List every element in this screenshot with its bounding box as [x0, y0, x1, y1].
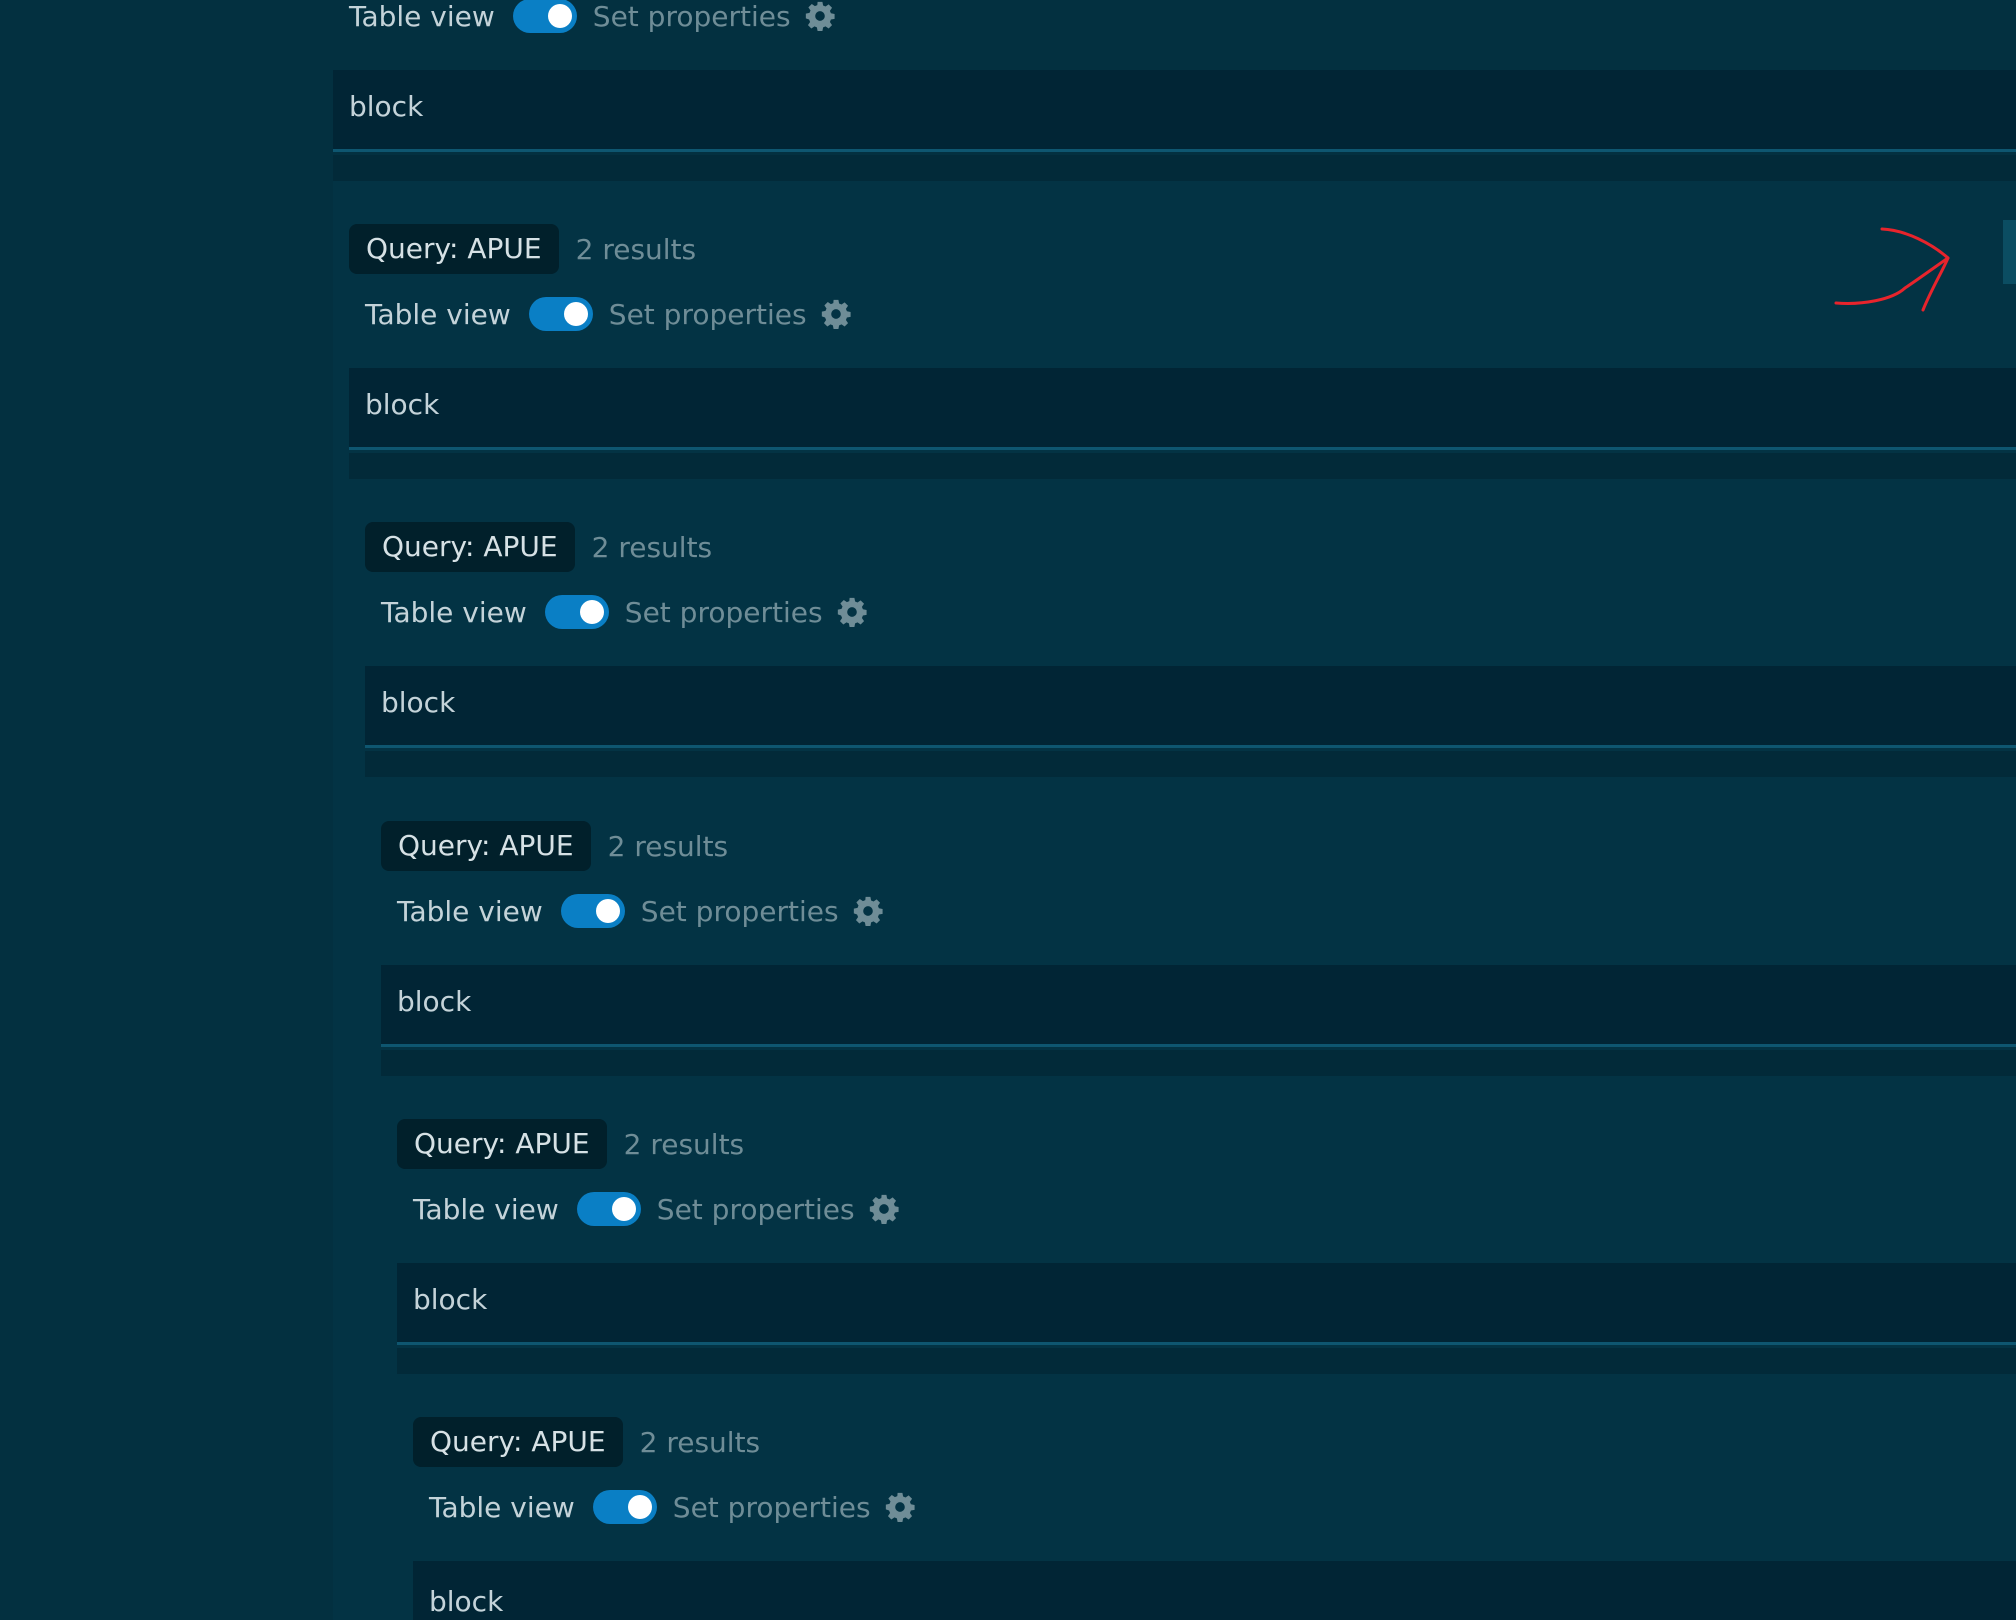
- table-view-toggle[interactable]: [576, 1192, 641, 1226]
- table-view-toggle[interactable]: [592, 1490, 657, 1524]
- block-text: block: [429, 1585, 504, 1618]
- gear-icon[interactable]: [803, 0, 837, 33]
- table-view-label: Table view: [397, 894, 543, 928]
- query-header: Query: APUE 2 results: [413, 1417, 760, 1467]
- top-controls: Table view Set properties: [349, 0, 837, 37]
- table-view-label: Table view: [365, 297, 511, 331]
- page: Table view Set properties block Query: A…: [0, 0, 2016, 1620]
- result-block[interactable]: block: [413, 1561, 2016, 1620]
- query-header: Query: APUE 2 results: [381, 821, 728, 871]
- table-view-label: Table view: [381, 595, 527, 629]
- set-properties-link[interactable]: Set properties: [657, 1193, 855, 1226]
- block-text: block: [349, 90, 424, 123]
- results-count: 2 results: [591, 530, 713, 564]
- query-results-panel: Table view Set properties block Query: A…: [0, 0, 2016, 1620]
- block-text: block: [381, 686, 456, 719]
- gear-icon[interactable]: [883, 1490, 917, 1524]
- query-controls: Table view Set properties: [397, 890, 885, 932]
- query-header: Query: APUE 2 results: [397, 1119, 744, 1169]
- table-view-label: Table view: [349, 0, 495, 33]
- result-block[interactable]: block: [349, 368, 2016, 450]
- results-count: 2 results: [607, 829, 729, 863]
- set-properties-link[interactable]: Set properties: [593, 0, 791, 33]
- table-view-toggle[interactable]: [512, 0, 577, 33]
- table-view-toggle[interactable]: [528, 297, 593, 331]
- set-properties-link[interactable]: Set properties: [609, 298, 807, 331]
- query-badge[interactable]: Query: APUE: [397, 1119, 607, 1169]
- query-badge[interactable]: Query: APUE: [413, 1417, 623, 1467]
- toggle-knob: [627, 1495, 652, 1519]
- query-badge[interactable]: Query: APUE: [365, 522, 575, 572]
- set-properties-link[interactable]: Set properties: [641, 895, 839, 928]
- scrollbar-thumb[interactable]: [2003, 220, 2016, 284]
- result-block[interactable]: block: [397, 1263, 2016, 1345]
- gear-icon[interactable]: [835, 595, 869, 629]
- query-badge[interactable]: Query: APUE: [349, 224, 559, 274]
- red-arrow-annotation: [1834, 227, 1950, 312]
- query-header: Query: APUE 2 results: [365, 522, 712, 572]
- gear-icon[interactable]: [867, 1192, 901, 1226]
- result-block[interactable]: block: [365, 666, 2016, 748]
- results-count: 2 results: [575, 232, 697, 266]
- results-count: 2 results: [639, 1425, 761, 1459]
- set-properties-link[interactable]: Set properties: [673, 1491, 871, 1524]
- query-controls: Table view Set properties: [381, 591, 869, 633]
- block-footer: [365, 751, 2016, 777]
- query-header: Query: APUE 2 results: [349, 224, 696, 274]
- query-controls: Table view Set properties: [413, 1188, 901, 1230]
- block-text: block: [397, 985, 472, 1018]
- toggle-knob: [563, 302, 588, 326]
- query-controls: Table view Set properties: [365, 293, 853, 335]
- table-view-label: Table view: [413, 1192, 559, 1226]
- set-properties-link[interactable]: Set properties: [625, 596, 823, 629]
- block-text: block: [365, 388, 440, 421]
- block-text: block: [413, 1283, 488, 1316]
- toggle-knob: [595, 899, 620, 923]
- block-footer: [349, 453, 2016, 479]
- toggle-knob: [547, 4, 572, 28]
- table-view-toggle[interactable]: [544, 595, 609, 629]
- table-view-label: Table view: [429, 1490, 575, 1524]
- gear-icon[interactable]: [851, 894, 885, 928]
- table-view-toggle[interactable]: [560, 894, 625, 928]
- toggle-knob: [579, 600, 604, 624]
- toggle-knob: [611, 1197, 636, 1221]
- block-footer: [397, 1348, 2016, 1374]
- query-controls: Table view Set properties: [429, 1486, 917, 1528]
- gear-icon[interactable]: [819, 297, 853, 331]
- results-count: 2 results: [623, 1127, 745, 1161]
- top-block[interactable]: block: [333, 70, 2016, 152]
- query-badge[interactable]: Query: APUE: [381, 821, 591, 871]
- block-footer: [333, 155, 2016, 181]
- block-footer: [381, 1050, 2016, 1076]
- result-block[interactable]: block: [381, 965, 2016, 1047]
